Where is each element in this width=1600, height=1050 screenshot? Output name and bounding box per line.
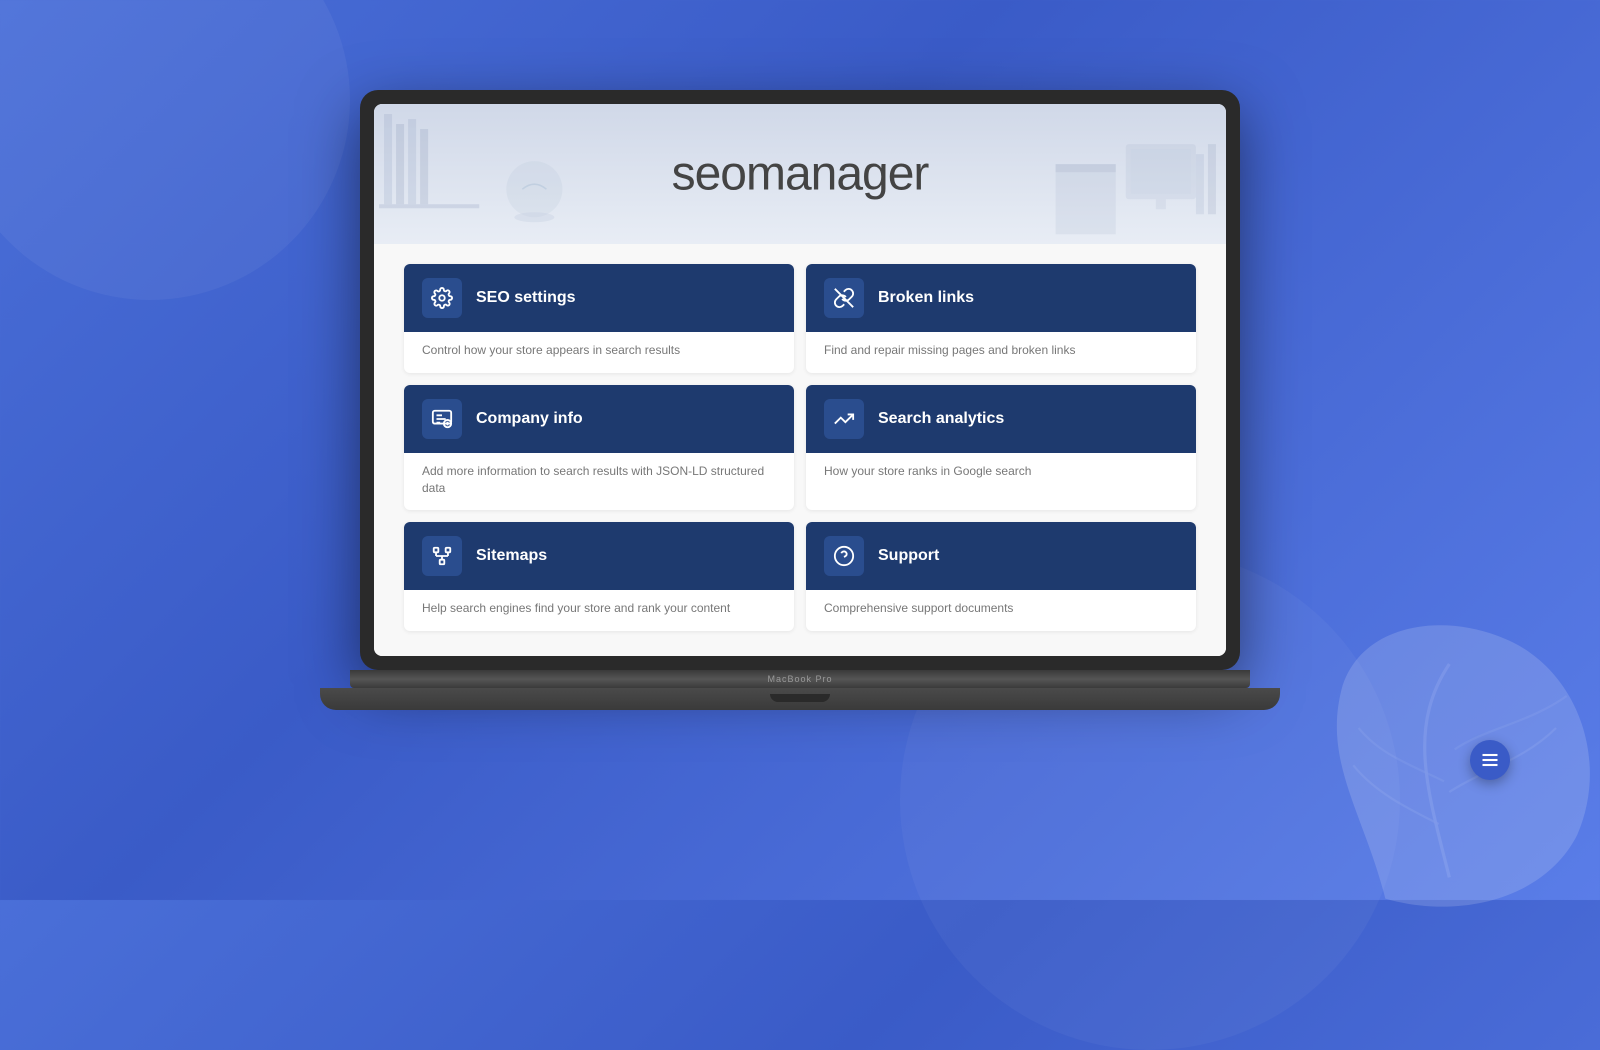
broken-links-body: Find and repair missing pages and broken… xyxy=(806,332,1196,373)
gear-icon xyxy=(422,278,462,318)
company-info-description: Add more information to search results w… xyxy=(422,463,776,497)
support-icon xyxy=(824,536,864,576)
sitemaps-title: Sitemaps xyxy=(476,547,547,565)
company-info-card[interactable]: Company info Add more information to sea… xyxy=(404,385,794,511)
sitemaps-body: Help search engines find your store and … xyxy=(404,590,794,631)
app-title-area: seomanager xyxy=(672,147,929,202)
company-info-icon xyxy=(422,399,462,439)
support-description: Comprehensive support documents xyxy=(824,600,1178,617)
laptop-screen-bezel: seomanager xyxy=(360,90,1240,670)
broken-links-card[interactable]: Broken links Find and repair missing pag… xyxy=(806,264,1196,373)
app-title-seo: seo xyxy=(672,148,746,201)
laptop-base xyxy=(320,688,1280,710)
broken-links-description: Find and repair missing pages and broken… xyxy=(824,342,1178,359)
vendor-logo: venntov xyxy=(758,651,841,656)
support-card[interactable]: Support Comprehensive support documents xyxy=(806,522,1196,631)
laptop-mockup: seomanager xyxy=(340,90,1260,810)
seo-settings-card[interactable]: SEO settings Control how your store appe… xyxy=(404,264,794,373)
seo-settings-description: Control how your store appears in search… xyxy=(422,342,776,359)
sitemaps-card[interactable]: Sitemaps Help search engines find your s… xyxy=(404,522,794,631)
sitemaps-description: Help search engines find your store and … xyxy=(422,600,776,617)
support-card-header: Support xyxy=(806,522,1196,590)
support-body: Comprehensive support documents xyxy=(806,590,1196,631)
bg-decoration-circle-tl xyxy=(0,0,350,300)
search-analytics-icon xyxy=(824,399,864,439)
search-analytics-card[interactable]: Search analytics How your store ranks in… xyxy=(806,385,1196,511)
vendor-area: venntov xyxy=(404,631,1196,656)
search-analytics-title: Search analytics xyxy=(878,410,1004,428)
laptop-screen: seomanager xyxy=(374,104,1226,656)
broken-links-title: Broken links xyxy=(878,289,974,307)
seo-settings-body: Control how your store appears in search… xyxy=(404,332,794,373)
search-analytics-card-header: Search analytics xyxy=(806,385,1196,453)
search-analytics-description: How your store ranks in Google search xyxy=(824,463,1178,480)
company-info-card-header: Company info xyxy=(404,385,794,453)
venntov-logo-icon xyxy=(758,651,786,656)
seo-settings-card-header: SEO settings xyxy=(404,264,794,332)
broken-link-icon xyxy=(824,278,864,318)
sitemaps-icon xyxy=(422,536,462,576)
app-title: seomanager xyxy=(672,147,929,202)
broken-links-card-header: Broken links xyxy=(806,264,1196,332)
support-title: Support xyxy=(878,547,939,565)
sitemaps-card-header: Sitemaps xyxy=(404,522,794,590)
cards-grid: SEO settings Control how your store appe… xyxy=(404,264,1196,631)
app-title-manager: manager xyxy=(746,148,928,201)
search-analytics-body: How your store ranks in Google search xyxy=(806,453,1196,494)
screen-header-decoration: seomanager xyxy=(374,104,1226,244)
screen-content: SEO settings Control how your store appe… xyxy=(374,244,1226,656)
fab-button[interactable] xyxy=(1470,740,1510,780)
bg-leaf-decoration xyxy=(1300,600,1600,920)
seo-settings-title: SEO settings xyxy=(476,289,576,307)
laptop-hinge xyxy=(350,670,1250,688)
company-info-title: Company info xyxy=(476,410,583,428)
company-info-body: Add more information to search results w… xyxy=(404,453,794,511)
